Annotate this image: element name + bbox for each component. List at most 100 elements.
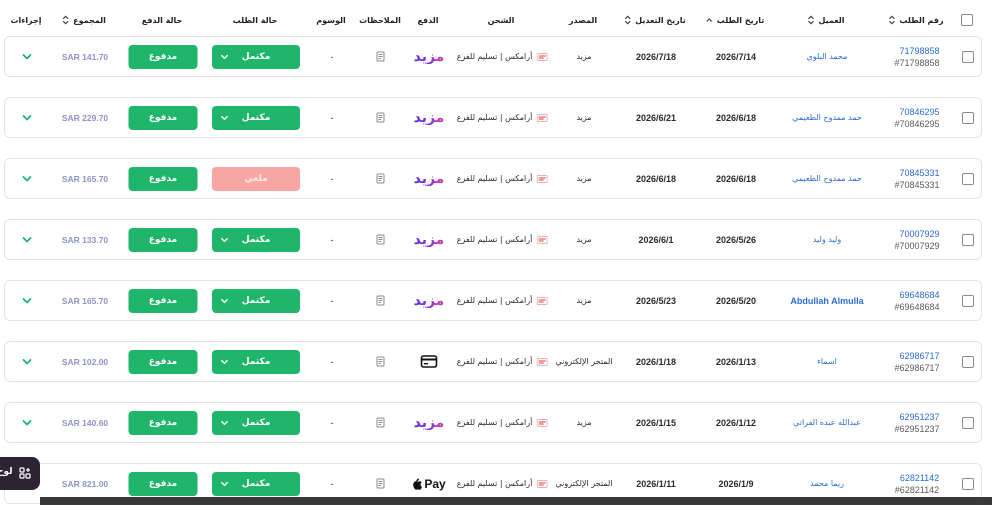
payment-status-button[interactable]: مدفوع (128, 349, 198, 374)
expand-chevron-icon[interactable] (22, 297, 32, 305)
order-row[interactable]: 70007929 #70007929 وليد وليد 2026/5/26 2… (4, 219, 982, 260)
payment-method-cell: مزيد (414, 403, 445, 442)
payment-status-button[interactable]: مدفوع (128, 227, 198, 252)
order-number-link[interactable]: 71798858 (899, 46, 939, 56)
header-label: العميل (818, 15, 845, 25)
note-icon[interactable] (376, 295, 386, 306)
order-number-cell: 70007929 #70007929 (894, 220, 939, 259)
expand-chevron-icon[interactable] (22, 114, 32, 122)
order-number-cell: 70846295 #70846295 (894, 98, 939, 137)
order-status-dropdown[interactable]: ملغي (212, 166, 300, 191)
header-order-date[interactable]: تاريخ الطلب (706, 8, 764, 32)
note-icon[interactable] (376, 356, 386, 367)
order-number-link[interactable]: 69648684 (899, 290, 939, 300)
note-icon[interactable] (376, 417, 386, 428)
order-source: مزيد (576, 296, 592, 305)
sort-icon[interactable] (624, 15, 631, 25)
customer-link[interactable]: وليد وليد (813, 235, 841, 244)
order-source: مزيد (576, 418, 592, 427)
payment-status-button[interactable]: مدفوع (128, 410, 198, 435)
header-total[interactable]: المجموع (62, 8, 106, 32)
row-select-cell (962, 403, 974, 442)
aramex-icon (536, 174, 548, 183)
order-row[interactable]: 62951237 #62951237 عبدالله عبده الفراتي … (4, 402, 982, 443)
payment-status-button[interactable]: مدفوع (128, 166, 198, 191)
order-status-dropdown[interactable]: مكتمل (212, 471, 300, 496)
select-all-checkbox[interactable] (961, 14, 973, 26)
order-status-dropdown[interactable]: مكتمل (212, 288, 300, 313)
order-number-link[interactable]: 70845331 (899, 168, 939, 178)
bottom-scrollbar[interactable] (40, 497, 992, 505)
order-number-link[interactable]: 70846295 (899, 107, 939, 117)
order-row[interactable]: 62986717 #62986717 اسماء 2026/1/13 2026/… (4, 341, 982, 382)
header-label: حالة الدفع (141, 15, 183, 25)
modified-date-cell: 2026/6/18 (636, 159, 676, 198)
row-checkbox[interactable] (962, 355, 974, 368)
customer-link[interactable]: اسماء (817, 357, 837, 366)
order-status-dropdown[interactable]: مكتمل (212, 105, 300, 130)
customer-link[interactable]: حمد ممدوح الطعيمي (792, 113, 862, 122)
note-icon[interactable] (376, 478, 386, 489)
shipping-cell: أرامكس | تسليم للفرع (457, 98, 548, 137)
note-icon[interactable] (376, 234, 386, 245)
sort-icon[interactable] (62, 15, 69, 25)
payment-status-button[interactable]: مدفوع (128, 471, 198, 496)
note-icon[interactable] (376, 173, 386, 184)
header-label: الدفع (417, 15, 439, 25)
order-date-cell: 2026/5/26 (716, 220, 756, 259)
note-icon[interactable] (376, 51, 386, 62)
header-order-number[interactable]: رقم الطلب (888, 8, 944, 32)
tags-value: - (330, 234, 334, 245)
customer-link[interactable]: عبدالله عبده الفراتي (793, 418, 861, 427)
order-row[interactable]: 71798858 #71798858 محمد البلوي 2026/7/14… (4, 36, 982, 77)
order-status-dropdown[interactable]: مكتمل (212, 227, 300, 252)
row-checkbox[interactable] (962, 294, 974, 307)
row-checkbox[interactable] (962, 477, 974, 490)
row-checkbox[interactable] (962, 111, 974, 124)
order-number-link[interactable]: 70007929 (899, 229, 939, 239)
customer-link[interactable]: حمد ممدوح الطعيمي (792, 174, 862, 183)
actions-cell (22, 281, 32, 320)
order-row[interactable]: 70845331 #70845331 حمد ممدوح الطعيمي 202… (4, 158, 982, 199)
row-checkbox[interactable] (962, 233, 974, 246)
order-date: 2026/6/18 (715, 112, 757, 123)
order-status-label: مكتمل (241, 234, 271, 245)
payment-status-button[interactable]: مدفوع (128, 288, 198, 313)
payment-status-label: مدفوع (148, 417, 178, 428)
customer-link[interactable]: محمد البلوي (807, 52, 848, 61)
payment-status-button[interactable]: مدفوع (128, 105, 198, 130)
chevron-down-icon (220, 296, 229, 305)
source-cell: مزيد (576, 281, 591, 320)
row-checkbox[interactable] (962, 172, 974, 185)
row-checkbox[interactable] (962, 416, 974, 429)
order-number-hash: #71798858 (894, 57, 940, 68)
order-number-link[interactable]: 62951237 (899, 412, 939, 422)
order-number-link[interactable]: 62986717 (899, 351, 939, 361)
apple-pay-label: Pay (424, 476, 446, 491)
expand-chevron-icon[interactable] (22, 53, 32, 61)
note-icon[interactable] (376, 112, 386, 123)
sort-up-icon[interactable] (706, 17, 713, 23)
customer-link[interactable]: ريما محمد (810, 479, 844, 488)
mazeed-logo: مزيد (413, 292, 445, 309)
header-customer[interactable]: العميل (807, 8, 845, 32)
sort-icon[interactable] (888, 15, 895, 25)
customer-link[interactable]: Abdullah Almulla (790, 296, 863, 306)
sort-icon[interactable] (807, 15, 814, 25)
expand-chevron-icon[interactable] (22, 358, 32, 366)
expand-chevron-icon[interactable] (22, 419, 32, 427)
order-status-dropdown[interactable]: مكتمل (212, 349, 300, 374)
dashboard-floating-button[interactable]: لوح (0, 457, 40, 490)
order-row[interactable]: 69648684 #69648684 Abdullah Almulla 2026… (4, 280, 982, 321)
row-checkbox[interactable] (962, 50, 974, 63)
expand-chevron-icon[interactable] (22, 175, 32, 183)
expand-chevron-icon[interactable] (22, 236, 32, 244)
order-status-dropdown[interactable]: مكتمل (212, 410, 300, 435)
order-total: SAR 821.00 (61, 478, 109, 489)
header-modified-date[interactable]: تاريخ التعديل (624, 8, 686, 32)
order-status-dropdown[interactable]: مكتمل (212, 44, 300, 69)
grid-icon (19, 467, 31, 479)
order-number-link[interactable]: 62821142 (900, 473, 939, 483)
payment-status-button[interactable]: مدفوع (128, 44, 198, 69)
order-row[interactable]: 70846295 #70846295 حمد ممدوح الطعيمي 202… (4, 97, 982, 138)
